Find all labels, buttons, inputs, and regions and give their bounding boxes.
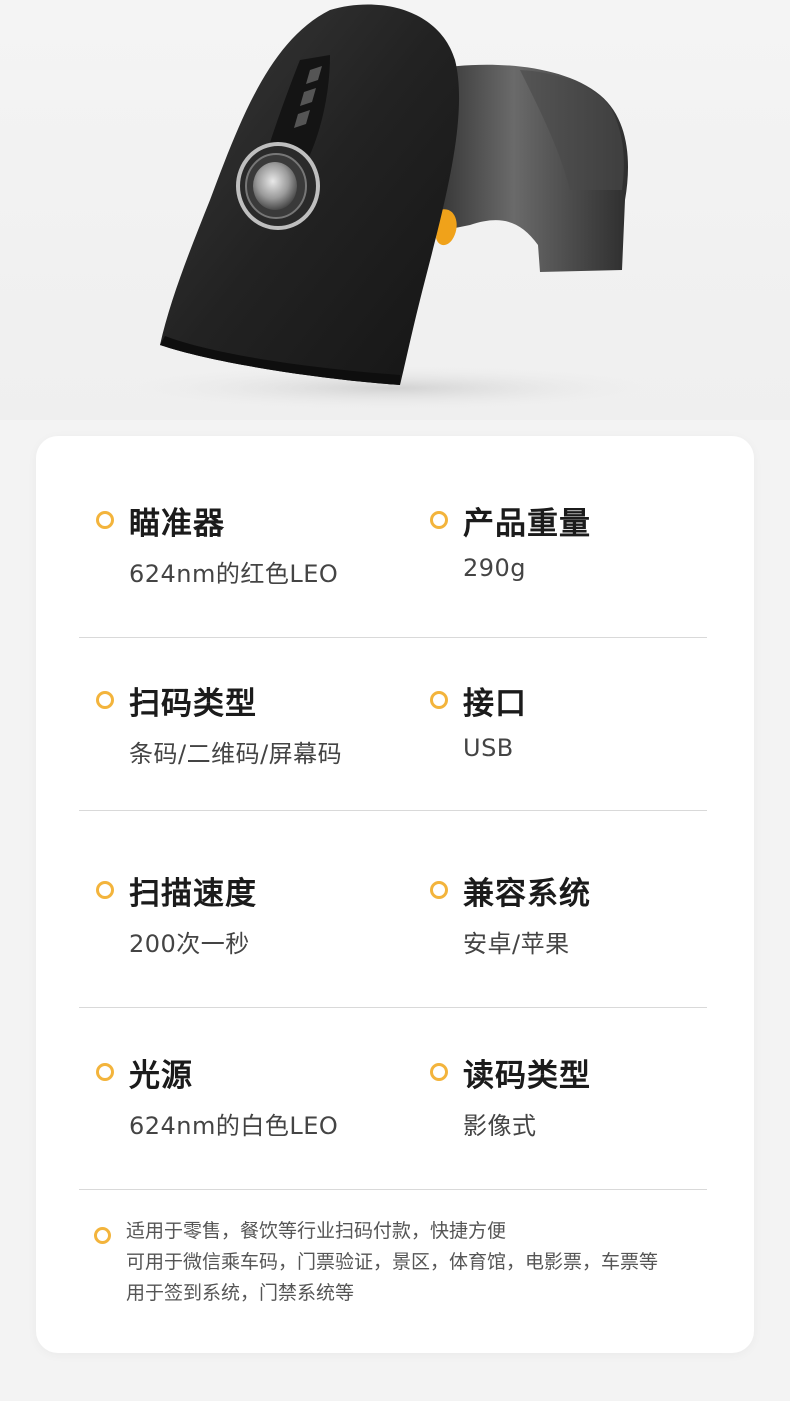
bullet-circle-icon — [430, 881, 448, 899]
spec-value: USB — [463, 734, 514, 762]
usage-line: 适用于零售，餐饮等行业扫码付款，快捷方便 — [126, 1220, 507, 1242]
spec-title: 扫描速度 — [129, 876, 257, 912]
spec-value: 624nm的白色LEO — [129, 1112, 339, 1140]
bullet-circle-icon — [96, 691, 114, 709]
spec-title: 读码类型 — [463, 1058, 591, 1094]
usage-line: 用于签到系统，门禁系统等 — [126, 1282, 355, 1304]
bullet-circle-icon — [96, 511, 114, 529]
spec-value: 条码/二维码/屏幕码 — [129, 740, 343, 768]
spec-value: 影像式 — [463, 1112, 537, 1140]
bullet-circle-icon — [96, 1063, 114, 1081]
spec-title: 瞄准器 — [129, 506, 225, 542]
bullet-circle-icon — [94, 1227, 111, 1244]
usage-lines: 适用于零售，餐饮等行业扫码付款，快捷方便 可用于微信乘车码，门票验证，景区，体育… — [126, 1216, 658, 1309]
divider — [79, 810, 707, 811]
spec-title: 扫码类型 — [129, 686, 257, 722]
divider — [79, 637, 707, 638]
divider — [79, 1007, 707, 1008]
spec-title: 兼容系统 — [463, 876, 591, 912]
spec-title: 接口 — [463, 686, 527, 722]
barcode-scanner-image — [130, 4, 650, 410]
spec-value: 200次一秒 — [129, 930, 250, 958]
spec-card: 瞄准器 624nm的红色LEO 产品重量 290g 扫码类型 条码/二维码/屏幕… — [36, 436, 754, 1353]
bullet-circle-icon — [430, 1063, 448, 1081]
bullet-circle-icon — [430, 691, 448, 709]
spec-title: 光源 — [129, 1058, 193, 1094]
spec-title: 产品重量 — [463, 506, 591, 542]
spec-value: 290g — [463, 554, 527, 582]
product-hero — [0, 0, 790, 420]
usage-line: 可用于微信乘车码，门票验证，景区，体育馆，电影票，车票等 — [126, 1251, 659, 1273]
bullet-circle-icon — [96, 881, 114, 899]
spec-value: 安卓/苹果 — [463, 930, 570, 958]
bullet-circle-icon — [430, 511, 448, 529]
divider — [79, 1189, 707, 1190]
spec-value: 624nm的红色LEO — [129, 560, 339, 588]
